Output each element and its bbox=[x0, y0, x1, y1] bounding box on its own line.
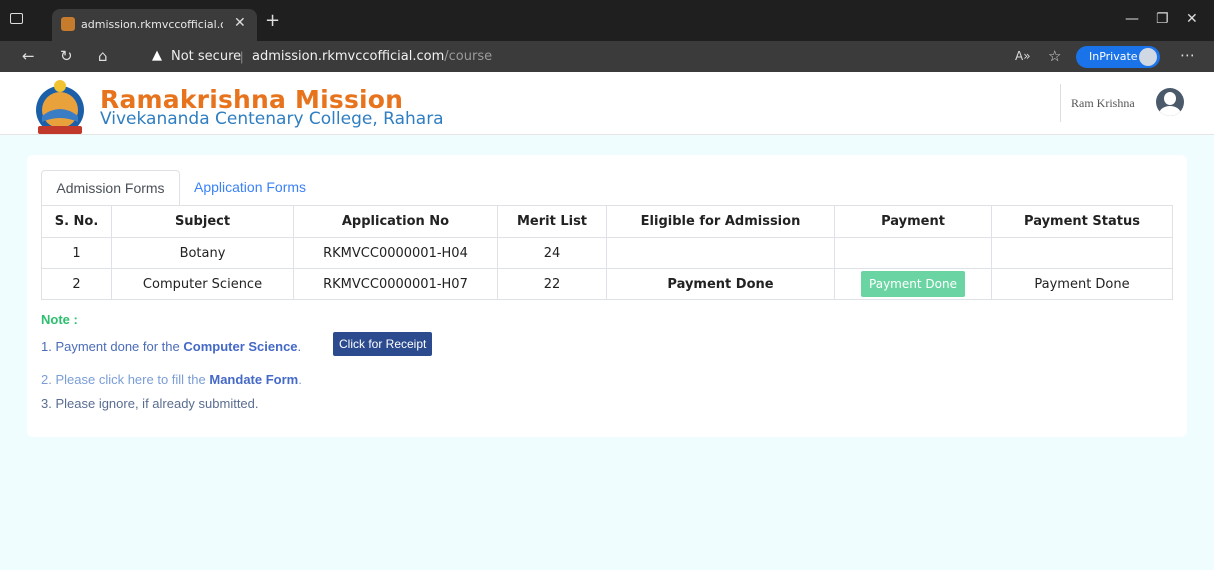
cell-eligible: Payment Done bbox=[606, 268, 835, 300]
url-separator: | bbox=[240, 49, 244, 64]
col-merit-list: Merit List bbox=[497, 205, 607, 238]
col-payment: Payment bbox=[834, 205, 992, 238]
table-header-row: S. No. Subject Application No Merit List… bbox=[41, 205, 1173, 238]
restore-icon[interactable]: ❐ bbox=[1156, 11, 1169, 27]
address-bar[interactable]: admission.rkmvccofficial.com/course bbox=[252, 49, 492, 64]
user-name[interactable]: Ram Krishna bbox=[1071, 96, 1135, 111]
url-host: admission.rkmvccofficial.com bbox=[252, 49, 445, 64]
reload-icon[interactable]: ↻ bbox=[60, 47, 73, 65]
cell-sno: 1 bbox=[41, 237, 112, 269]
page-content: Ramakrishna Mission Vivekananda Centenar… bbox=[0, 72, 1214, 570]
profile-avatar-icon bbox=[1139, 48, 1157, 66]
user-avatar-icon[interactable] bbox=[1156, 88, 1184, 116]
cell-merit: 22 bbox=[497, 268, 607, 300]
more-menu-icon[interactable]: ⋯ bbox=[1180, 46, 1195, 64]
cell-sno: 2 bbox=[41, 268, 112, 300]
payment-done-button[interactable]: Payment Done bbox=[861, 271, 965, 297]
college-logo-icon bbox=[36, 80, 84, 134]
security-label[interactable]: Not secure bbox=[171, 49, 241, 64]
tab-title: admission.rkmvccofficial.com/co bbox=[81, 18, 223, 31]
new-tab-icon[interactable]: + bbox=[265, 10, 280, 31]
note-line-3: 3. Please ignore, if already submitted. bbox=[41, 396, 259, 411]
cell-merit: 24 bbox=[497, 237, 607, 269]
col-eligible: Eligible for Admission bbox=[606, 205, 835, 238]
col-subject: Subject bbox=[111, 205, 294, 238]
cell-payment bbox=[834, 237, 992, 269]
note-line-1-suffix: . bbox=[297, 339, 302, 354]
note-line-2-suffix: . bbox=[298, 372, 302, 387]
close-window-icon[interactable]: ✕ bbox=[1186, 11, 1198, 27]
note-line-1-subject: Computer Science bbox=[183, 339, 298, 354]
note-line-1-prefix: 1. Payment done for the bbox=[41, 339, 180, 354]
browser-toolbar: ← ↻ ⌂ ▲ Not secure | admission.rkmvccoff… bbox=[0, 41, 1214, 72]
cell-payment: Payment Done bbox=[834, 268, 992, 300]
cell-payment-status bbox=[991, 237, 1173, 269]
browser-tab[interactable]: admission.rkmvccofficial.com/co ✕ bbox=[52, 9, 257, 41]
minimize-icon[interactable]: — bbox=[1125, 11, 1139, 27]
window-menu-icon[interactable] bbox=[10, 13, 23, 24]
admission-table: S. No. Subject Application No Merit List… bbox=[41, 205, 1173, 300]
tab-application-forms[interactable]: Application Forms bbox=[194, 170, 306, 206]
table-row: 2 Computer Science RKMVCC0000001-H07 22 … bbox=[41, 268, 1173, 300]
browser-tab-bar: admission.rkmvccofficial.com/co ✕ + — ❐ … bbox=[0, 0, 1214, 41]
cell-payment-status: Payment Done bbox=[991, 268, 1173, 300]
inprivate-badge[interactable]: InPrivate bbox=[1076, 46, 1160, 68]
tab-close-icon[interactable]: ✕ bbox=[234, 15, 246, 31]
brand-subtitle: Vivekananda Centenary College, Rahara bbox=[100, 109, 444, 129]
home-icon[interactable]: ⌂ bbox=[98, 47, 108, 65]
url-path: /course bbox=[444, 49, 493, 64]
site-header: Ramakrishna Mission Vivekananda Centenar… bbox=[0, 72, 1214, 135]
back-icon[interactable]: ← bbox=[22, 47, 35, 65]
cell-application-no: RKMVCC0000001-H04 bbox=[293, 237, 498, 269]
site-favicon-icon bbox=[61, 17, 75, 31]
favorite-icon[interactable]: ☆ bbox=[1048, 47, 1061, 65]
admission-card: Admission Forms Application Forms S. No.… bbox=[27, 155, 1187, 437]
table-row: 1 Botany RKMVCC0000001-H04 24 bbox=[41, 237, 1173, 269]
header-divider bbox=[1060, 84, 1061, 122]
inprivate-label: InPrivate bbox=[1089, 50, 1138, 63]
note-line-2[interactable]: 2. Please click here to fill the Mandate… bbox=[41, 372, 302, 387]
read-aloud-icon[interactable]: A» bbox=[1015, 49, 1031, 63]
col-sno: S. No. bbox=[41, 205, 112, 238]
warning-icon[interactable]: ▲ bbox=[152, 48, 162, 63]
cell-subject: Botany bbox=[111, 237, 294, 269]
note-title: Note : bbox=[41, 312, 78, 327]
col-application-no: Application No bbox=[293, 205, 498, 238]
cell-eligible bbox=[606, 237, 835, 269]
note-line-1: 1. Payment done for the Computer Science… bbox=[41, 339, 301, 354]
cell-subject: Computer Science bbox=[111, 268, 294, 300]
cell-application-no: RKMVCC0000001-H07 bbox=[293, 268, 498, 300]
tab-admission-forms[interactable]: Admission Forms bbox=[41, 170, 180, 206]
mandate-form-link[interactable]: Mandate Form bbox=[209, 372, 298, 387]
note-line-2-prefix: 2. Please click here to fill the bbox=[41, 372, 206, 387]
col-payment-status: Payment Status bbox=[991, 205, 1173, 238]
receipt-button[interactable]: Click for Receipt bbox=[333, 332, 433, 356]
